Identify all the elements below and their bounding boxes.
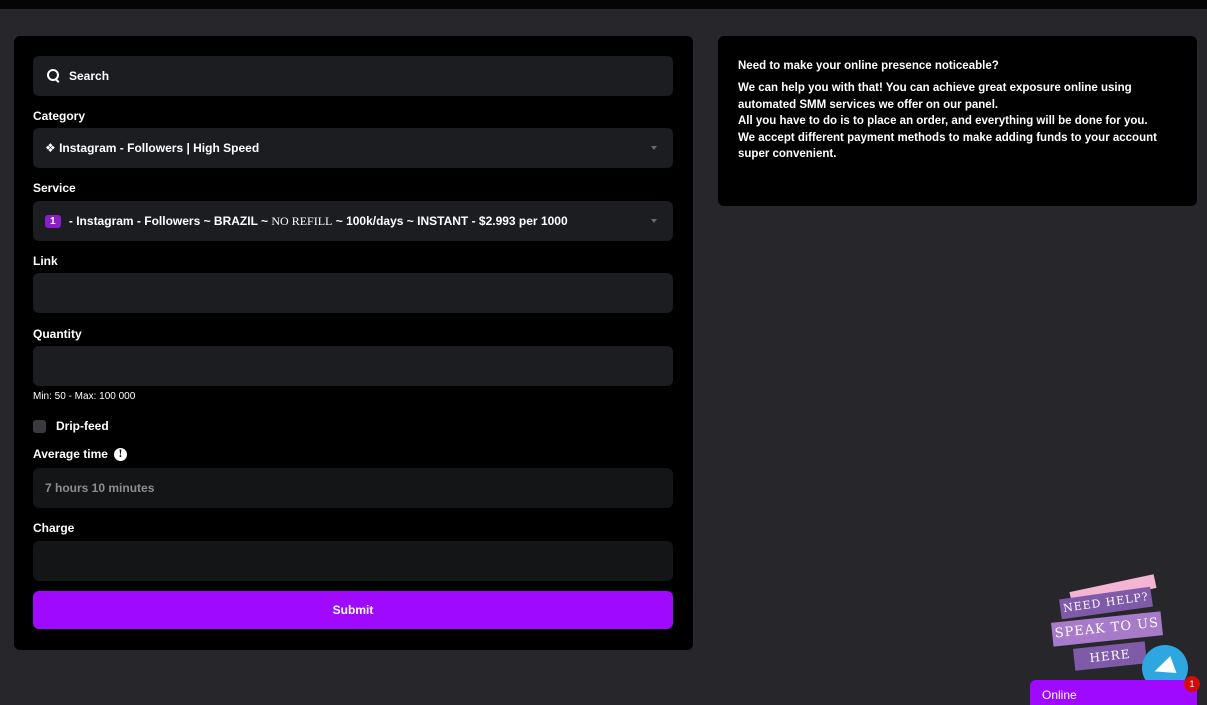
info-line: We can help you with that! You can achie… (738, 82, 1132, 111)
average-time-label: Average time (33, 447, 108, 461)
search-placeholder: Search (69, 69, 110, 83)
category-label: Category (33, 109, 86, 123)
submit-button[interactable]: Submit (33, 591, 673, 629)
average-time-label-row: Average time ! (33, 447, 127, 461)
service-selected-suffix: ~ 100k/days ~ INSTANT - $2.993 per 1000 (332, 214, 568, 228)
service-select[interactable]: 1 - Instagram - Followers ~ BRAZIL ~ NO … (33, 201, 673, 241)
info-line: We accept different payment methods to m… (738, 131, 1157, 161)
service-label: Service (33, 181, 76, 195)
info-icon[interactable]: ! (113, 447, 127, 461)
chevron-down-icon (651, 146, 657, 150)
search-icon (47, 69, 61, 83)
search-input[interactable]: Search (33, 56, 673, 96)
notification-badge: 1 (1184, 676, 1200, 692)
chevron-down-icon (651, 219, 657, 223)
service-selected-prefix: - Instagram - Followers ~ BRAZIL ~ (65, 214, 272, 228)
average-time-value: 7 hours 10 minutes (45, 481, 155, 495)
quantity-label: Quantity (33, 327, 82, 341)
online-status-label: Online (1042, 688, 1077, 702)
charge-label: Charge (33, 521, 75, 535)
drip-feed-label: Drip-feed (56, 419, 109, 433)
category-select[interactable]: ❖ Instagram - Followers | High Speed (33, 128, 673, 168)
service-selected-norefill: NO REFILL (271, 213, 333, 228)
average-time-field: 7 hours 10 minutes (33, 468, 673, 508)
quantity-hint: Min: 50 - Max: 100 000 (33, 391, 136, 402)
info-line: All you have to do is to place an order,… (738, 115, 1148, 127)
category-selected-value: ❖ Instagram - Followers | High Speed (45, 141, 260, 155)
top-bar (0, 0, 1207, 9)
paper-plane-icon (1151, 656, 1177, 680)
drip-feed-toggle[interactable]: Drip-feed (33, 419, 109, 433)
info-panel: Need to make your online presence notice… (718, 36, 1197, 206)
online-status-bar[interactable]: Online (1030, 680, 1197, 705)
drip-feed-checkbox[interactable] (33, 419, 46, 433)
new-order-form: Search Category ❖ Instagram - Followers … (14, 36, 693, 650)
here-ribbon: HERE (1073, 641, 1147, 671)
service-id-badge: 1 (45, 214, 61, 228)
help-chat-widget[interactable]: NEED HELP? SPEAK TO US HERE Online 1 (1030, 574, 1207, 705)
charge-field (33, 541, 673, 581)
quantity-input[interactable] (33, 346, 673, 386)
link-label: Link (33, 254, 58, 268)
link-input[interactable] (33, 273, 673, 313)
info-heading: Need to make your online presence notice… (738, 60, 999, 72)
